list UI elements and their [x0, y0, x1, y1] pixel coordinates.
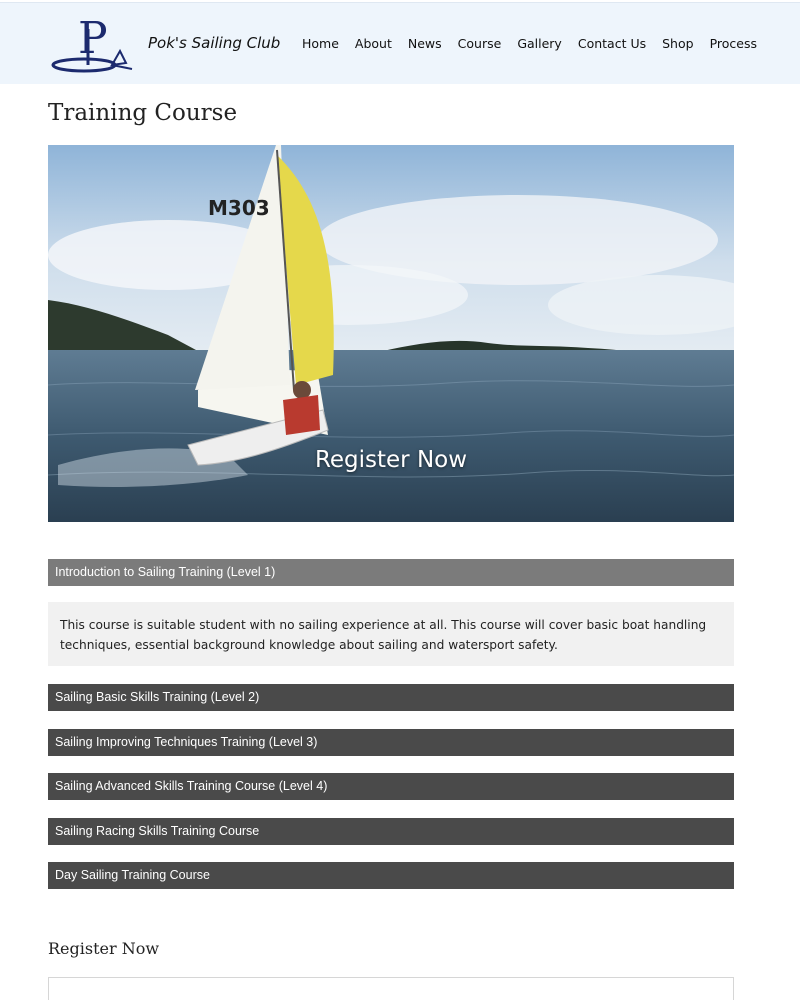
nav-news[interactable]: News — [408, 36, 442, 51]
site-header: P Pok's Sailing Club Home About News Cou… — [0, 2, 800, 84]
accordion-day-sailing[interactable]: Day Sailing Training Course — [48, 862, 734, 889]
nav-shop[interactable]: Shop — [662, 36, 693, 51]
accordion-level-2[interactable]: Sailing Basic Skills Training (Level 2) — [48, 684, 734, 711]
club-name[interactable]: Pok's Sailing Club — [148, 34, 280, 52]
accordion-racing[interactable]: Sailing Racing Skills Training Course — [48, 818, 734, 845]
club-logo[interactable]: P — [50, 13, 134, 75]
page-title: Training Course — [48, 100, 238, 126]
accordion-level-1-content: This course is suitable student with no … — [48, 602, 734, 666]
accordion-level-1[interactable]: Introduction to Sailing Training (Level … — [48, 559, 734, 586]
nav-about[interactable]: About — [355, 36, 392, 51]
sailboat-logo-icon: P — [51, 13, 133, 73]
register-now-cta[interactable]: Register Now — [48, 447, 734, 473]
register-heading: Register Now — [48, 939, 160, 958]
nav-gallery[interactable]: Gallery — [517, 36, 562, 51]
hero-banner[interactable]: M303 Register Now — [48, 145, 734, 522]
accordion-level-3[interactable]: Sailing Improving Techniques Training (L… — [48, 729, 734, 756]
nav-process[interactable]: Process — [710, 36, 757, 51]
register-form[interactable] — [48, 977, 734, 1000]
accordion-level-4[interactable]: Sailing Advanced Skills Training Course … — [48, 773, 734, 800]
nav-contact-us[interactable]: Contact Us — [578, 36, 646, 51]
logo-letter: P — [78, 13, 108, 64]
nav-home[interactable]: Home — [302, 36, 339, 51]
main-nav: Home About News Course Gallery Contact U… — [302, 36, 757, 51]
sail-number: M303 — [208, 196, 270, 220]
nav-course[interactable]: Course — [458, 36, 502, 51]
